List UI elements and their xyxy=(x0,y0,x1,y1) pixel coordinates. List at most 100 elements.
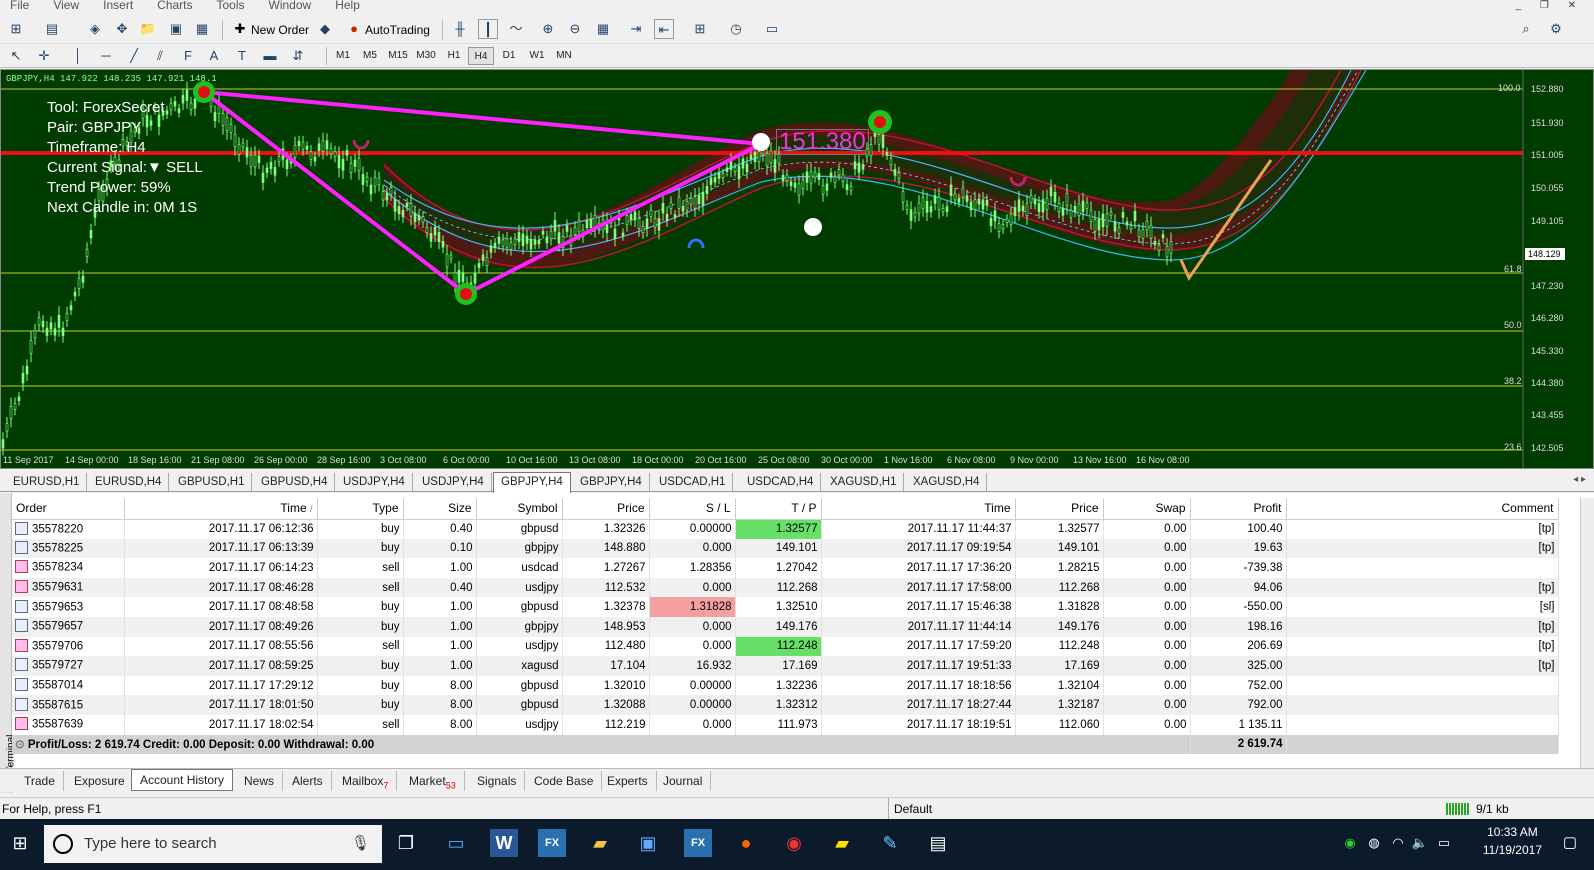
col-symbol[interactable]: Symbol xyxy=(476,498,563,520)
tab-account-history[interactable]: Account History xyxy=(131,769,234,791)
search-icon[interactable]: ⌕ xyxy=(1516,19,1536,39)
menu-insert[interactable]: Insert xyxy=(103,0,133,11)
chart-tab[interactable]: EURUSD,H4 xyxy=(88,473,170,491)
tab-market[interactable]: Market53 xyxy=(401,771,465,791)
periods-icon[interactable]: ◷ xyxy=(726,19,746,39)
tab-alerts[interactable]: Alerts xyxy=(284,771,332,791)
window-controls[interactable]: _ ❐ ✕ xyxy=(1516,0,1584,11)
cursor-icon[interactable]: ↖ xyxy=(6,46,26,66)
chart-tab[interactable]: EURUSD,H1 xyxy=(6,473,88,491)
chart-tab[interactable]: USDJPY,H4 xyxy=(415,473,492,491)
data-window-icon[interactable]: ✥ xyxy=(112,19,132,39)
col-profit[interactable]: Profit xyxy=(1190,498,1287,520)
table-row[interactable]: 35579631 2017.11.17 08:46:28 sell 0.40 usdjp… xyxy=(12,577,1559,598)
tab-mailbox[interactable]: Mailbox7 xyxy=(334,771,398,791)
timeframe-mn[interactable]: MN xyxy=(551,47,577,65)
col-type[interactable]: Type xyxy=(317,498,404,520)
menu-view[interactable]: View xyxy=(53,0,79,11)
table-row[interactable]: 35579653 2017.11.17 08:48:58 buy 1.00 gbpusd… xyxy=(12,597,1559,617)
task-view-icon[interactable]: ❐ xyxy=(392,829,420,857)
col-size[interactable]: Size xyxy=(403,498,477,520)
market-watch-icon[interactable]: ◈ xyxy=(85,19,105,39)
table-row[interactable]: 35578220 2017.11.17 06:12:36 buy 0.40 gbpusd… xyxy=(12,519,1559,539)
terminal-scrollbar[interactable] xyxy=(1580,498,1594,768)
timeframe-m1[interactable]: M1 xyxy=(330,47,356,65)
metaeditor-icon[interactable]: ◆ xyxy=(315,19,335,39)
rectangle-icon[interactable]: ▬ xyxy=(260,46,280,66)
col-order[interactable]: Order xyxy=(12,498,125,520)
chart-tab[interactable]: USDCAD,H1 xyxy=(652,473,734,491)
col-comment[interactable]: Comment xyxy=(1286,498,1559,520)
chart-tab[interactable]: GBPUSD,H1 xyxy=(171,473,253,491)
tab-scroll-arrows[interactable]: ◂ ▸ xyxy=(1573,474,1586,485)
paint-icon[interactable]: ✎ xyxy=(876,829,904,857)
profiles-icon[interactable]: ▤ xyxy=(42,19,62,39)
chart-shift-icon[interactable]: ⇤ xyxy=(654,19,674,39)
tab-trade[interactable]: Trade xyxy=(16,771,64,791)
col-close-price[interactable]: Price xyxy=(1015,498,1104,520)
menu-window[interactable]: Window xyxy=(269,0,312,11)
table-row[interactable]: 35587014 2017.11.17 17:29:12 buy 8.00 gbpusd… xyxy=(12,675,1559,696)
table-row[interactable]: 35587639 2017.11.17 18:02:54 sell 8.00 usdjp… xyxy=(12,714,1559,735)
price-chart[interactable]: GBPJPY,H4 147.922 148.235 147.921 148.1 … xyxy=(0,69,1594,469)
timeframe-m30[interactable]: M30 xyxy=(413,47,439,65)
tab-code-base[interactable]: Code Base xyxy=(526,771,603,791)
mail-app-icon[interactable]: ▭ xyxy=(442,829,470,857)
keyboard-icon[interactable]: ▭ xyxy=(1430,829,1458,857)
trendline-icon[interactable]: ╱ xyxy=(124,46,144,66)
new-order-button[interactable]: ✚ New Order xyxy=(228,18,314,40)
chart-tab[interactable]: USDCAD,H4 xyxy=(740,473,822,491)
word-app-icon[interactable]: W xyxy=(490,829,518,857)
indicators-icon[interactable]: ⊞ xyxy=(690,19,710,39)
start-icon[interactable]: ⊞ xyxy=(6,829,34,857)
microphone-icon[interactable]: 🎙 xyxy=(351,825,370,863)
navigator-icon[interactable]: 📁 xyxy=(138,19,158,39)
new-chart-icon[interactable]: ⊞ xyxy=(6,19,26,39)
bar-chart-icon[interactable]: ╫ xyxy=(450,19,470,39)
col-swap[interactable]: Swap xyxy=(1103,498,1191,520)
file-explorer-icon[interactable]: ▰ xyxy=(586,829,614,857)
col-tp[interactable]: T / P xyxy=(735,498,822,520)
chart-tab[interactable]: GBPJPY,H4 xyxy=(573,473,650,491)
col-close-time[interactable]: Time xyxy=(821,498,1016,520)
tab-signals[interactable]: Signals xyxy=(469,771,526,791)
zoom-in-icon[interactable]: ⊕ xyxy=(538,19,558,39)
menu-charts[interactable]: Charts xyxy=(157,0,192,11)
chart-tab[interactable]: XAGUSD,H4 xyxy=(906,473,988,491)
timeframe-m15[interactable]: M15 xyxy=(385,47,411,65)
chrome-icon[interactable]: ◉ xyxy=(780,829,808,857)
autoscroll-icon[interactable]: ⇥ xyxy=(626,19,646,39)
taskbar-search[interactable]: Type here to search 🎙 xyxy=(44,825,382,863)
text-label-icon[interactable]: T xyxy=(232,46,252,66)
chart-tab[interactable]: GBPUSD,H4 xyxy=(254,473,336,491)
tab-experts[interactable]: Experts xyxy=(599,771,657,791)
chart-tab-selected[interactable]: GBPJPY,H4 xyxy=(493,472,571,493)
fx-choice-app-icon[interactable]: FX xyxy=(538,829,566,857)
vertical-line-icon[interactable]: │ xyxy=(68,46,88,66)
video-editor-icon[interactable]: ▤ xyxy=(924,829,952,857)
chart-tab[interactable]: USDJPY,H4 xyxy=(336,473,413,491)
chart-tab[interactable]: XAGUSD,H1 xyxy=(823,473,905,491)
notifications-icon[interactable]: ▢ xyxy=(1556,829,1584,857)
autotrading-button[interactable]: ● AutoTrading xyxy=(342,18,435,40)
channel-icon[interactable]: ⫽ xyxy=(150,46,170,66)
strategy-tester-icon[interactable]: ▦ xyxy=(192,19,212,39)
table-row[interactable]: 35587615 2017.11.17 18:01:50 buy 8.00 gbpusd… xyxy=(12,695,1559,715)
arrows-icon[interactable]: ⇵ xyxy=(288,46,308,66)
text-icon[interactable]: A xyxy=(204,46,224,66)
price-label[interactable]: 151.380 xyxy=(776,129,869,155)
crosshair-icon[interactable]: ✛ xyxy=(34,46,54,66)
terminal-icon[interactable]: ▣ xyxy=(166,19,186,39)
col-time[interactable]: Time / xyxy=(124,498,318,520)
tab-journal[interactable]: Journal xyxy=(655,771,712,791)
candlestick-icon[interactable]: ┃ xyxy=(478,19,498,39)
computer-app-icon[interactable]: ▣ xyxy=(634,829,662,857)
settings-icon[interactable]: ⚙ xyxy=(1546,19,1566,39)
timeframe-m5[interactable]: M5 xyxy=(357,47,383,65)
timeframe-w1[interactable]: W1 xyxy=(524,47,550,65)
table-row[interactable]: 35578234 2017.11.17 06:14:23 sell 1.00 usdca… xyxy=(12,558,1559,578)
taskbar-clock[interactable]: 10:33 AM 11/19/2017 xyxy=(1483,823,1542,859)
zoom-out-icon[interactable]: ⊖ xyxy=(565,19,585,39)
col-price[interactable]: Price xyxy=(562,498,650,520)
timeframe-d1[interactable]: D1 xyxy=(496,47,522,65)
